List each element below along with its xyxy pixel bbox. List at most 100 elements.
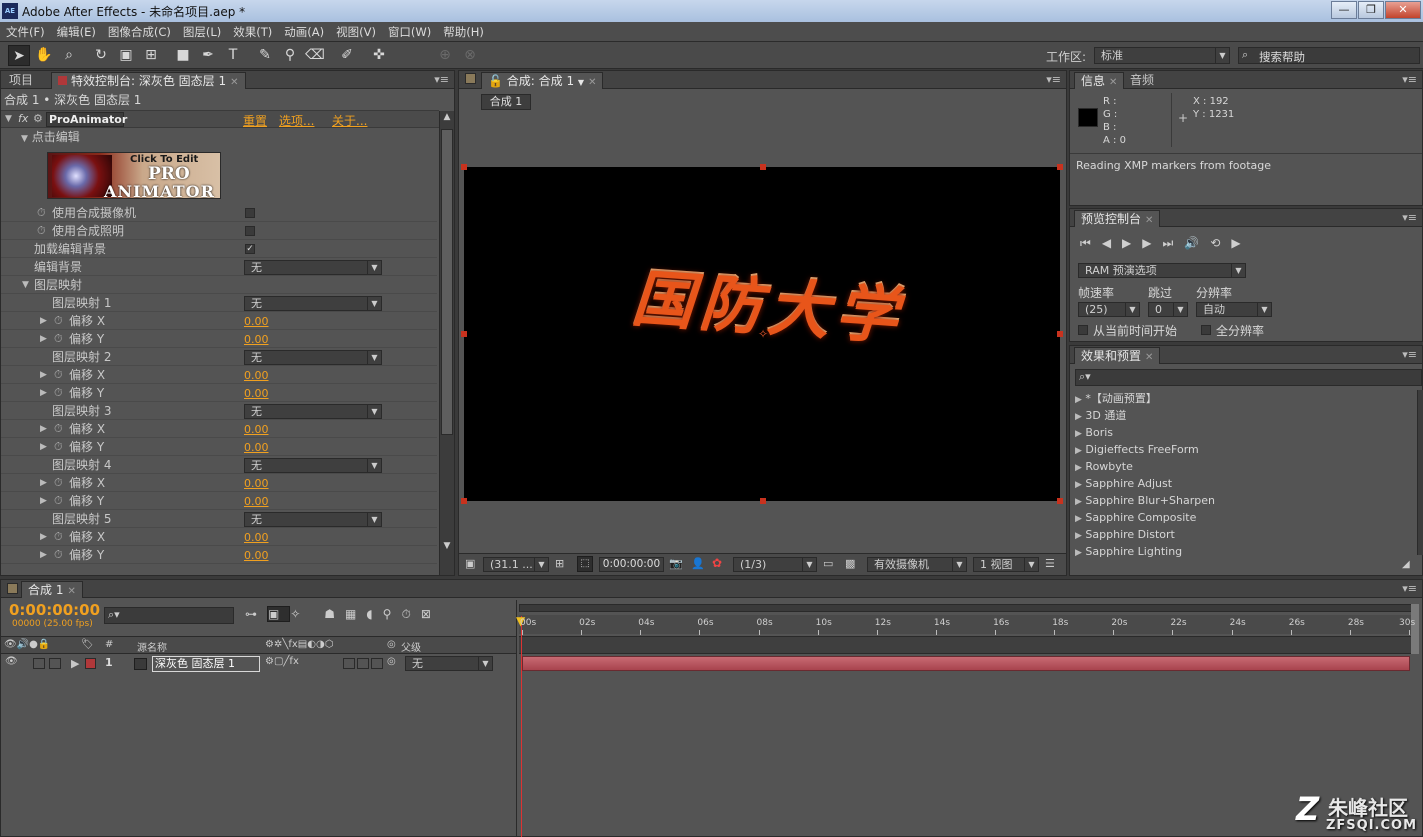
ram-preview-options-select[interactable]: RAM 预演选项 ▼ <box>1078 263 1246 278</box>
full-screen-checkbox[interactable] <box>1201 325 1211 335</box>
timeline-search-input[interactable]: ⌕▾ <box>104 607 234 624</box>
expand-triangle-icon[interactable]: ▶ <box>40 528 47 546</box>
effect-category-item[interactable]: ▶ Sapphire Blur+Sharpen <box>1075 492 1215 509</box>
clone-stamp-tool-icon[interactable]: ⚲ <box>279 45 301 66</box>
property-row[interactable]: ⏱ 使用合成摄像机 <box>1 204 437 222</box>
shy-layers-icon[interactable]: ☗ <box>324 607 345 621</box>
skip-select[interactable]: 0 ▼ <box>1148 302 1188 317</box>
layer-switch-box[interactable] <box>357 658 369 669</box>
source-name-header[interactable]: 源名称 <box>137 639 167 654</box>
graph-editor-icon[interactable]: ⊠ <box>421 607 441 621</box>
expand-triangle-icon[interactable]: ▶ <box>71 657 79 670</box>
transparency-grid-icon[interactable]: ▩ <box>845 557 855 570</box>
menu-effect[interactable]: 效果(T) <box>227 22 278 42</box>
transform-handle[interactable] <box>1057 164 1063 170</box>
menu-window[interactable]: 窗口(W) <box>382 22 437 42</box>
help-search-input[interactable]: ⌕ 搜索帮助 <box>1238 47 1420 64</box>
offset-row[interactable]: ▶ ⏱ 偏移 Y 0.00 <box>1 384 437 402</box>
zoom-select[interactable]: (31.1 ... ▼ <box>483 557 549 572</box>
effect-category-item[interactable]: ▶ *【动画预置】 <box>1075 390 1157 407</box>
expand-triangle-icon[interactable]: ▶ <box>1075 480 1082 490</box>
brush-tool-icon[interactable]: ✎ <box>254 45 276 66</box>
tab-effects-presets[interactable]: 效果和预置 ✕ <box>1074 347 1161 364</box>
close-icon[interactable]: ✕ <box>1145 352 1153 363</box>
timeline-scroll-handle[interactable] <box>1411 604 1419 654</box>
composition-canvas[interactable]: 国防大学 ✧ <box>464 167 1060 501</box>
comp-timecode[interactable]: 0:00:00:00 <box>599 557 664 572</box>
effect-name[interactable]: ProAnimator <box>46 112 127 127</box>
expand-triangle-icon[interactable]: ▶ <box>1075 548 1082 558</box>
scrollbar-thumb[interactable] <box>441 129 453 435</box>
minimize-button[interactable]: — <box>1331 1 1357 19</box>
layer-map-row[interactable]: 图层映射 4 无 ▼ <box>1 456 437 474</box>
close-icon[interactable]: ✕ <box>1109 77 1117 88</box>
expand-triangle-icon[interactable]: ▼ <box>21 134 28 144</box>
view-layout-select[interactable]: 1 视图 ▼ <box>973 557 1039 572</box>
stopwatch-icon[interactable]: ⏱ <box>54 546 63 564</box>
stopwatch-icon[interactable]: ⏱ <box>54 420 63 438</box>
layer-map-row[interactable]: 图层映射 5 无 ▼ <box>1 510 437 528</box>
expand-triangle-icon[interactable]: ▶ <box>1075 412 1082 422</box>
close-icon[interactable]: ✕ <box>588 77 596 88</box>
motion-blur-icon[interactable]: ◖ <box>366 607 382 621</box>
expand-triangle-icon[interactable]: ▶ <box>1075 497 1082 507</box>
tab-info[interactable]: 信息 ✕ <box>1074 72 1125 89</box>
brainstorm-icon[interactable]: ⚲ <box>383 607 402 621</box>
expand-triangle-icon[interactable]: ▶ <box>1075 514 1082 524</box>
close-icon[interactable]: ✕ <box>1145 215 1153 226</box>
expand-triangle-icon[interactable]: ▶ <box>1075 531 1082 541</box>
timeline-timecode[interactable]: 0:00:00:00 <box>9 601 100 619</box>
close-button[interactable]: ✕ <box>1385 1 1421 19</box>
expand-triangle-icon[interactable]: ▶ <box>1075 395 1082 405</box>
pickwhip-icon[interactable]: ◎ <box>387 656 396 667</box>
zoom-tool-icon[interactable]: ⌕ <box>58 45 80 66</box>
effect-category-item[interactable]: ▶ Boris <box>1075 424 1113 441</box>
use-comp-camera-checkbox[interactable] <box>245 208 255 218</box>
chevron-down-icon[interactable]: ▼ <box>578 78 584 87</box>
effect-category-item[interactable]: ▶ Sapphire Composite <box>1075 509 1196 526</box>
transform-handle[interactable] <box>461 331 467 337</box>
menu-edit[interactable]: 编辑(E) <box>51 22 102 42</box>
reset-link[interactable]: 重置 <box>243 112 267 129</box>
tab-composition[interactable]: 🔓 合成: 合成 1 ▼ ✕ <box>481 72 604 89</box>
offset-value[interactable]: 0.00 <box>244 385 269 403</box>
expand-triangle-icon[interactable]: ▶ <box>1075 463 1082 473</box>
workspace-select[interactable]: 标准 ▼ <box>1094 47 1230 64</box>
layer-map-row[interactable]: 图层映射 1 无 ▼ <box>1 294 437 312</box>
resize-grip-icon[interactable]: ◢ <box>1402 559 1410 570</box>
effects-scrollbar[interactable] <box>1417 390 1423 555</box>
effect-category-item[interactable]: ▶ Sapphire Lighting <box>1075 543 1182 560</box>
resolution-select[interactable]: (1/3) ▼ <box>733 557 817 572</box>
timeline-layer-row[interactable]: 👁 ▶ 1 深灰色 固态层 1 ⚙▢╱fx ◎ 无 ▼ <box>1 655 516 673</box>
lock-icon[interactable]: 🔓 <box>488 74 503 88</box>
transform-handle[interactable] <box>461 498 467 504</box>
offset-value[interactable]: 0.00 <box>244 313 269 331</box>
axis-local-icon[interactable]: ⊕ <box>434 45 456 66</box>
layer-switch-box[interactable] <box>371 658 383 669</box>
anchor-point-icon[interactable]: ✧ <box>758 327 768 341</box>
stopwatch-icon[interactable]: ⏱ <box>54 330 63 348</box>
channel-icon[interactable]: ✿ <box>712 556 722 570</box>
offset-row[interactable]: ▶ ⏱ 偏移 X 0.00 <box>1 366 437 384</box>
expand-triangle-icon[interactable]: ▼ <box>22 276 29 294</box>
expand-triangle-icon[interactable]: ▶ <box>40 546 47 564</box>
expand-triangle-icon[interactable]: ▶ <box>40 366 47 384</box>
proanimator-logo[interactable]: Click To Edit PRO ANIMATOR <box>47 152 221 199</box>
text-tool-icon[interactable]: T <box>222 45 244 66</box>
layer-map-select[interactable]: 无 ▼ <box>244 404 382 419</box>
menu-view[interactable]: 视图(V) <box>330 22 382 42</box>
audio-toggle[interactable] <box>33 658 45 669</box>
expand-triangle-icon[interactable]: ▶ <box>40 474 47 492</box>
stopwatch-icon[interactable]: ⏱ <box>54 384 63 402</box>
tab-project[interactable]: 项目 <box>3 72 39 89</box>
transform-handle[interactable] <box>760 164 766 170</box>
tab-audio[interactable]: 音频 <box>1124 72 1160 89</box>
pan-behind-tool-icon[interactable]: ⊞ <box>140 45 162 66</box>
transform-handle[interactable] <box>461 164 467 170</box>
snapshot-icon[interactable]: 📷 <box>669 557 683 570</box>
tab-effect-controls[interactable]: 特效控制台: 深灰色 固态层 1 ✕ <box>51 72 246 89</box>
transform-handle[interactable] <box>1057 331 1063 337</box>
offset-row[interactable]: ▶ ⏱ 偏移 X 0.00 <box>1 474 437 492</box>
frame-blending-icon[interactable]: ▦ <box>345 607 366 621</box>
visibility-eye-icon[interactable]: 👁 <box>5 656 18 667</box>
